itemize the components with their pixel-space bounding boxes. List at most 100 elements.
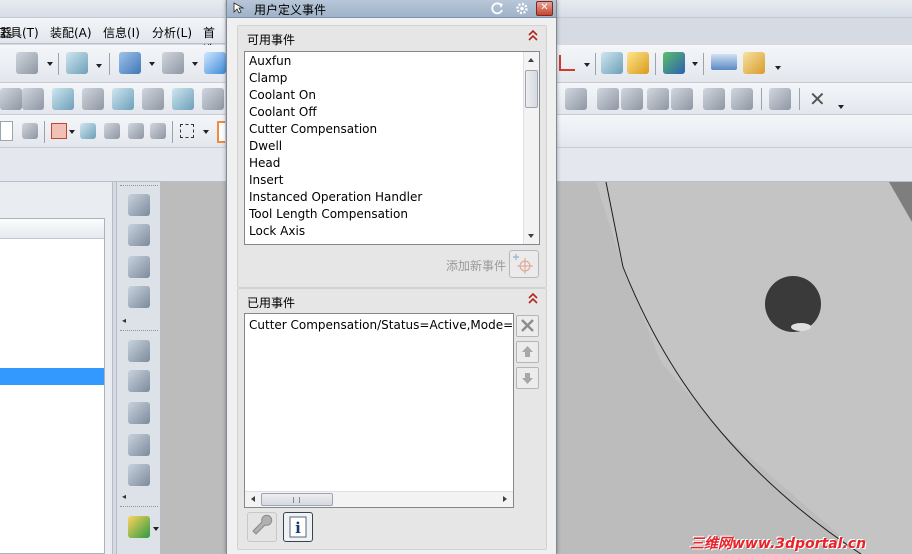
feature-icon[interactable]: [647, 88, 669, 110]
operation-icon[interactable]: [128, 340, 150, 362]
chevron-down-icon[interactable]: [149, 62, 155, 66]
scroll-thumb[interactable]: [261, 493, 333, 506]
operation-icon[interactable]: [128, 286, 150, 308]
collapse-chevron-icon[interactable]: [527, 292, 539, 306]
feature-icon[interactable]: [731, 88, 753, 110]
chevron-down-icon[interactable]: [96, 64, 102, 68]
feature-icon[interactable]: [621, 88, 643, 110]
remove-event-button[interactable]: [516, 315, 539, 337]
feature-icon[interactable]: [52, 88, 74, 110]
cube-view-icon[interactable]: [204, 52, 226, 74]
selection-icon[interactable]: [51, 123, 67, 139]
toolbar-grip[interactable]: [120, 330, 158, 333]
move-down-button[interactable]: [516, 367, 539, 389]
ruler-icon[interactable]: [711, 54, 737, 70]
scroll-left-icon[interactable]: ◂: [122, 316, 126, 325]
axis-icon[interactable]: [559, 55, 575, 71]
snap-icon[interactable]: [22, 123, 38, 139]
hole-icon[interactable]: [627, 52, 649, 74]
selected-tree-row[interactable]: [0, 368, 104, 385]
scroll-thumb[interactable]: [525, 70, 538, 108]
feature-icon[interactable]: [597, 88, 619, 110]
feature-icon[interactable]: [565, 88, 587, 110]
render-style-icon[interactable]: [162, 52, 184, 74]
list-item[interactable]: Coolant Off: [249, 105, 317, 119]
settings-gear-icon[interactable]: [514, 1, 530, 16]
active-tool-icon[interactable]: [217, 121, 225, 143]
scroll-left-icon[interactable]: [251, 496, 255, 502]
snap-icon[interactable]: [128, 123, 144, 139]
scroll-up-icon[interactable]: [528, 58, 534, 62]
operation-icon[interactable]: [128, 224, 150, 246]
feature-icon[interactable]: [112, 88, 134, 110]
menu-assembly[interactable]: 装配(A): [50, 24, 92, 41]
delete-icon[interactable]: ✕: [809, 89, 826, 109]
snap-icon[interactable]: [104, 123, 120, 139]
operation-icon[interactable]: [128, 402, 150, 424]
feature-icon[interactable]: [82, 88, 104, 110]
chevron-down-icon[interactable]: [775, 66, 781, 70]
operation-icon[interactable]: [128, 194, 150, 216]
operation-icon[interactable]: [128, 370, 150, 392]
chevron-down-icon[interactable]: [47, 62, 53, 66]
chevron-down-icon[interactable]: [203, 130, 209, 134]
menu-tools[interactable]: 工具(T): [0, 24, 39, 41]
available-events-list[interactable]: Auxfun Clamp Coolant On Coolant Off Cutt…: [244, 51, 540, 245]
box-select-icon[interactable]: [180, 124, 194, 138]
undo-icon[interactable]: [80, 123, 96, 139]
chevron-down-icon[interactable]: [69, 130, 75, 134]
tool-path-icon[interactable]: [601, 52, 623, 74]
vertical-scrollbar[interactable]: [523, 52, 539, 244]
close-button[interactable]: ✕: [536, 1, 553, 16]
operation-icon[interactable]: [128, 434, 150, 456]
menu-analysis[interactable]: 分析(L): [152, 24, 192, 41]
feature-icon[interactable]: [0, 88, 22, 110]
feature-icon[interactable]: [172, 88, 194, 110]
scroll-right-icon[interactable]: [503, 496, 507, 502]
chevron-down-icon[interactable]: [838, 105, 844, 109]
feature-icon[interactable]: [671, 88, 693, 110]
simulate-icon[interactable]: [663, 52, 685, 74]
chevron-down-icon[interactable]: [153, 527, 159, 531]
list-item[interactable]: Cutter Compensation: [249, 122, 377, 136]
feature-icon[interactable]: [703, 88, 725, 110]
scroll-down-icon[interactable]: [528, 234, 534, 238]
chevron-down-icon[interactable]: [692, 62, 698, 66]
menu-info[interactable]: 信息(I): [103, 24, 140, 41]
used-events-list[interactable]: Cutter Compensation/Status=Active,Mode=L…: [244, 313, 514, 508]
feature-icon[interactable]: [22, 88, 44, 110]
measure-angle-icon[interactable]: [743, 52, 765, 74]
add-new-event-button[interactable]: [509, 250, 539, 278]
info-object-icon[interactable]: [66, 52, 88, 74]
operation-icon[interactable]: [128, 464, 150, 486]
list-item[interactable]: Instanced Operation Handler: [249, 190, 422, 204]
list-item[interactable]: Lock Axis: [249, 224, 305, 238]
toolbar-grip[interactable]: [120, 185, 158, 188]
tool-wrench-icon[interactable]: [16, 52, 38, 74]
snap-icon[interactable]: [150, 123, 166, 139]
move-up-button[interactable]: [516, 341, 539, 363]
list-item[interactable]: Coolant On: [249, 88, 316, 102]
toolbar-grip[interactable]: [120, 506, 158, 509]
operation-icon[interactable]: [128, 256, 150, 278]
fit-view-icon[interactable]: [119, 52, 141, 74]
collapse-chevron-icon[interactable]: [527, 29, 539, 43]
list-item[interactable]: Insert: [249, 173, 283, 187]
list-item[interactable]: Clamp: [249, 71, 287, 85]
info-button[interactable]: i: [283, 512, 313, 542]
reset-icon[interactable]: [490, 1, 506, 16]
feature-icon[interactable]: [202, 88, 224, 110]
dialog-title-bar[interactable]: 用户定义事件 ✕: [227, 0, 556, 18]
feature-icon[interactable]: [142, 88, 164, 110]
feature-icon[interactable]: [769, 88, 791, 110]
list-item[interactable]: Dwell: [249, 139, 282, 153]
scroll-left-icon[interactable]: ◂: [122, 492, 126, 501]
filter-dropdown[interactable]: [0, 121, 13, 141]
list-item[interactable]: Tool Length Compensation: [249, 207, 408, 221]
horizontal-scrollbar[interactable]: [245, 491, 513, 507]
list-item[interactable]: Head: [249, 156, 280, 170]
chevron-down-icon[interactable]: [584, 63, 590, 67]
edit-event-button[interactable]: [247, 512, 277, 542]
list-item[interactable]: Auxfun: [249, 54, 291, 68]
list-item[interactable]: Cutter Compensation/Status=Active,Mode=L…: [249, 318, 513, 332]
